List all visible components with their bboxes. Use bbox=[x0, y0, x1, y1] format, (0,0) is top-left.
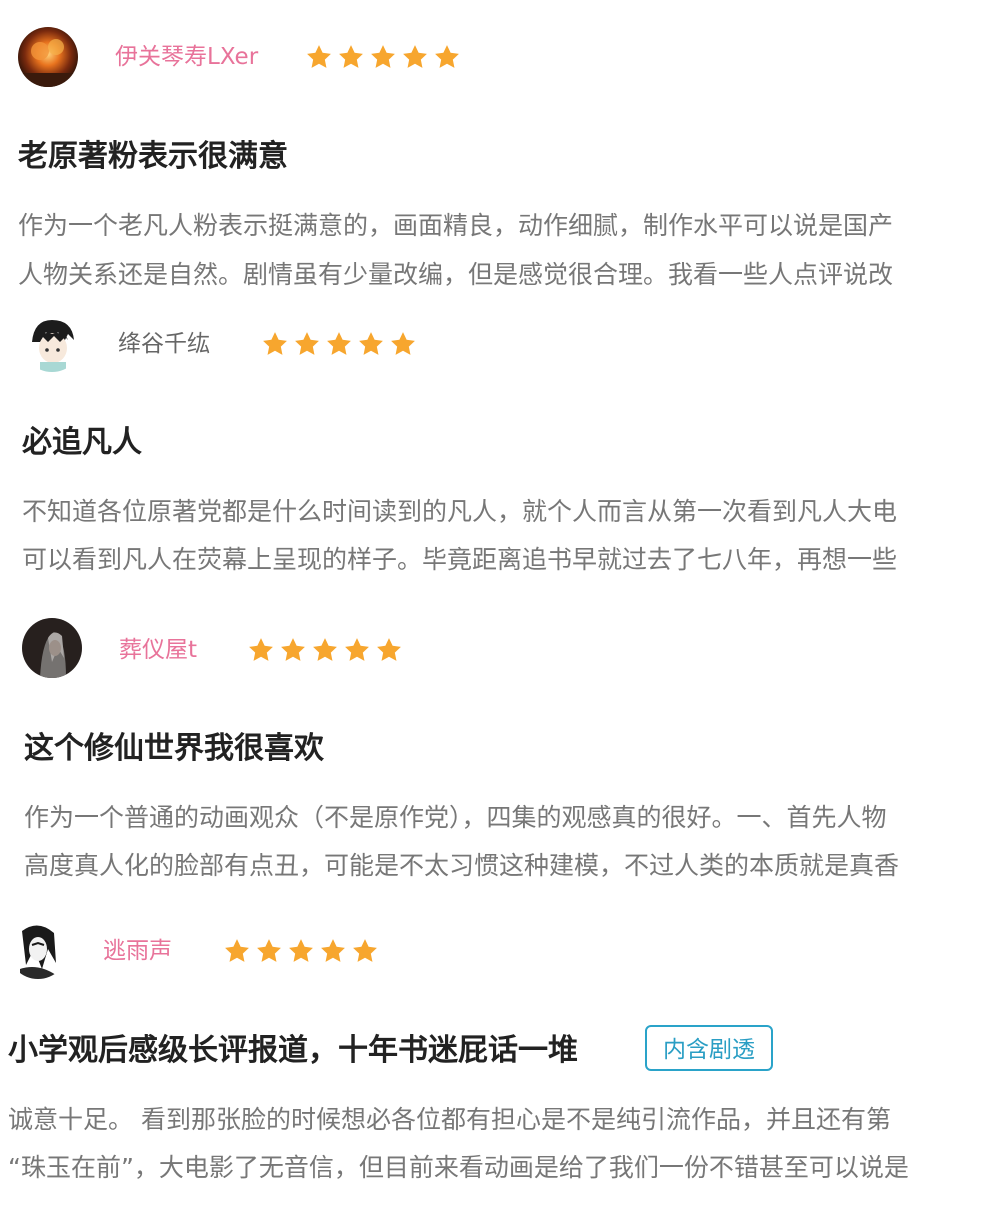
review-body-line[interactable]: 作为一个老凡人粉表示挺满意的，画面精良，动作细腻，制作水平可以说是国产 bbox=[18, 209, 893, 243]
review-title[interactable]: 小学观后感级长评报道，十年书迷屁话一堆 bbox=[8, 1031, 578, 1071]
star-rating bbox=[305, 43, 461, 71]
star-icon bbox=[257, 939, 281, 962]
star-icon bbox=[391, 332, 415, 355]
review-body-line[interactable]: 诚意十足。 看到那张脸的时候想必各位都有担心是不是纯引流作品，并且还有第 bbox=[8, 1103, 891, 1137]
avatar[interactable] bbox=[22, 618, 82, 678]
avatar-anime-boy-icon bbox=[22, 312, 82, 372]
avatar[interactable] bbox=[18, 27, 78, 87]
star-icon bbox=[345, 638, 369, 661]
star-icon bbox=[281, 638, 305, 661]
review-title[interactable]: 老原著粉表示很满意 bbox=[18, 137, 288, 177]
star-icon bbox=[263, 332, 287, 355]
review-body-line[interactable]: 可以看到凡人在荧幕上呈现的样子。毕竟距离追书早就过去了七八年，再想一些 bbox=[22, 543, 897, 577]
star-icon bbox=[313, 638, 337, 661]
username[interactable]: 葬仪屋t bbox=[119, 635, 197, 665]
star-icon bbox=[435, 45, 459, 68]
star-icon bbox=[321, 939, 345, 962]
review-body-line[interactable]: 作为一个普通的动画观众（不是原作党），四集的观感真的很好。一、首先人物 bbox=[24, 801, 887, 835]
star-rating bbox=[223, 937, 379, 965]
star-icon bbox=[403, 45, 427, 68]
username[interactable]: 伊关琴寿LXer bbox=[115, 42, 258, 72]
spoiler-tag: 内含剧透 bbox=[645, 1025, 773, 1071]
star-rating bbox=[247, 636, 403, 664]
review-body-line[interactable]: 高度真人化的脸部有点丑，可能是不太习惯这种建模，不过人类的本质就是真香 bbox=[24, 849, 899, 883]
star-icon bbox=[359, 332, 383, 355]
avatar[interactable] bbox=[22, 312, 82, 372]
star-icon bbox=[225, 939, 249, 962]
star-icon bbox=[289, 939, 313, 962]
star-icon bbox=[327, 332, 351, 355]
star-icon bbox=[371, 45, 395, 68]
star-icon bbox=[249, 638, 273, 661]
star-rating bbox=[261, 330, 417, 358]
star-icon bbox=[295, 332, 319, 355]
star-icon bbox=[353, 939, 377, 962]
review-body-line[interactable]: 不知道各位原著党都是什么时间读到的凡人，就个人而言从第一次看到凡人大电 bbox=[22, 495, 897, 529]
avatar-sketch-figure-icon bbox=[8, 919, 68, 979]
review-title[interactable]: 这个修仙世界我很喜欢 bbox=[24, 729, 324, 769]
review-body-line[interactable]: “珠玉在前”，大电影了无音信，但目前来看动画是给了我们一份不错甚至可以说是 bbox=[8, 1151, 909, 1185]
username[interactable]: 绛谷千纮 bbox=[118, 329, 210, 359]
star-icon bbox=[377, 638, 401, 661]
avatar-dark-figure-icon bbox=[22, 618, 82, 678]
review-body-line[interactable]: 人物关系还是自然。剧情虽有少量改编，但是感觉很合理。我看一些人点评说改 bbox=[18, 258, 893, 292]
review-title[interactable]: 必追凡人 bbox=[22, 423, 142, 463]
star-icon bbox=[307, 45, 331, 68]
star-icon bbox=[339, 45, 363, 68]
avatar-explosion-icon bbox=[18, 27, 78, 87]
avatar[interactable] bbox=[8, 919, 68, 979]
username[interactable]: 逃雨声 bbox=[103, 936, 172, 966]
